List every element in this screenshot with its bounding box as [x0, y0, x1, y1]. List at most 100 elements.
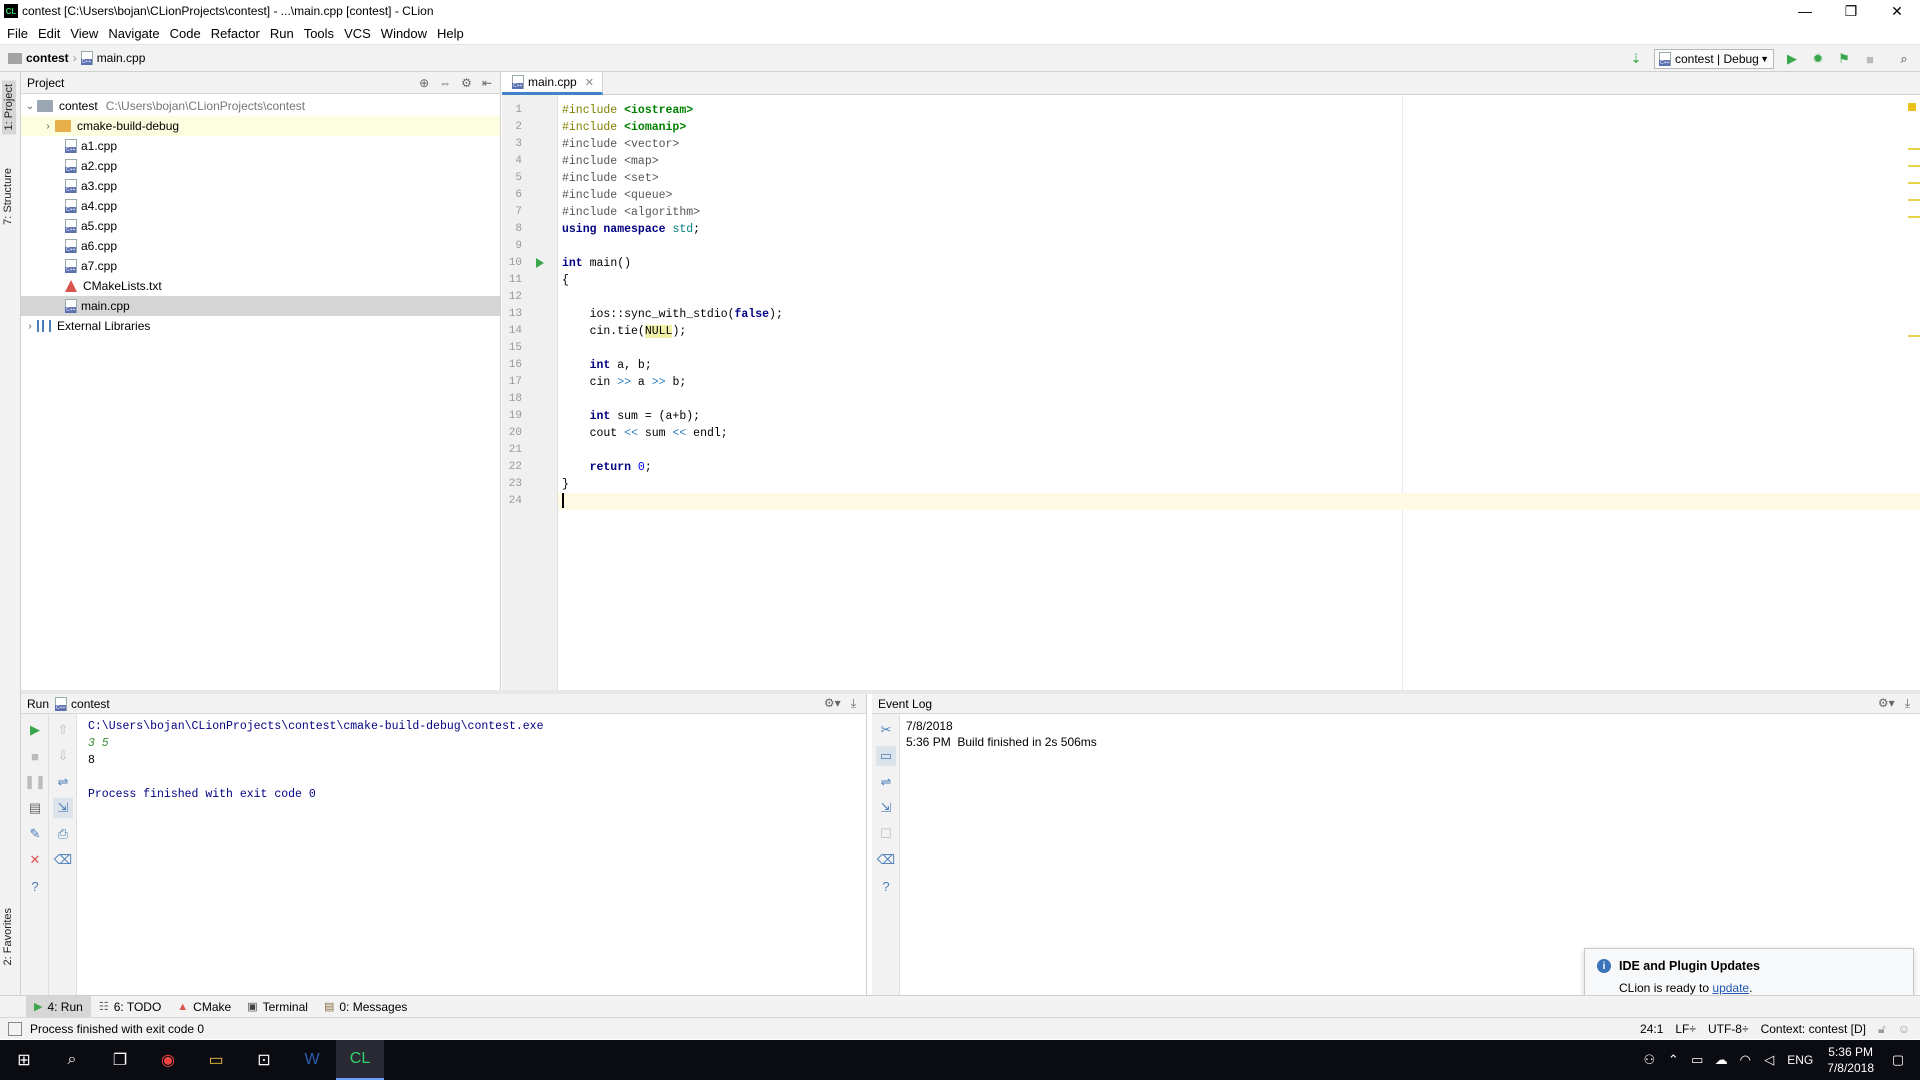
language-indicator[interactable]: ENG [1787, 1053, 1813, 1067]
menu-code[interactable]: Code [165, 26, 206, 41]
hide-panel-icon[interactable]: ⇤ [482, 76, 492, 90]
clock[interactable]: 5:36 PM 7/8/2018 [1827, 1044, 1874, 1076]
run-gutter-icon[interactable] [536, 258, 544, 268]
chevron-up-icon[interactable]: ⌃ [1661, 1052, 1685, 1068]
menu-tools[interactable]: Tools [299, 26, 339, 41]
tab-todo[interactable]: ☷ 6: TODO [91, 996, 169, 1018]
debug-icon[interactable]: ✹ [1810, 51, 1826, 67]
store-icon[interactable]: ⊡ [240, 1040, 288, 1080]
chrome-icon[interactable]: ◉ [144, 1040, 192, 1080]
code-editor[interactable]: #include <iostream> #include <iomanip> #… [558, 95, 1920, 690]
arrow-down-icon[interactable]: ⇩ [53, 746, 73, 766]
gear-icon[interactable]: ⚙▾ [1878, 696, 1895, 711]
run-console[interactable]: C:\Users\bojan\CLionProjects\contest\cma… [78, 714, 866, 995]
menu-run[interactable]: Run [265, 26, 299, 41]
chevron-right-icon[interactable]: › [41, 121, 55, 132]
tab-project[interactable]: 1: Project [2, 80, 16, 135]
layout-icon[interactable]: ▤ [25, 798, 45, 818]
tab-terminal[interactable]: ▣ Terminal [239, 996, 316, 1018]
list-item[interactable]: a5.cpp [21, 216, 500, 236]
menu-vcs[interactable]: VCS [339, 26, 376, 41]
list-item[interactable]: CMakeLists.txt [21, 276, 500, 296]
toggle-tool-windows-icon[interactable] [8, 1021, 22, 1036]
cloud-icon[interactable]: ☁ [1709, 1052, 1733, 1068]
hide-panel-icon[interactable]: ⤓ [1905, 696, 1910, 711]
tree-build-folder[interactable]: › cmake-build-debug [21, 116, 500, 136]
list-item[interactable]: a3.cpp [21, 176, 500, 196]
tab-favorites[interactable]: 2: Favorites [2, 908, 14, 965]
file-encoding[interactable]: UTF-8÷ [1708, 1022, 1749, 1036]
arrow-up-icon[interactable]: ⇧ [53, 720, 73, 740]
run-config-selector[interactable]: contest | Debug ▼ [1654, 49, 1774, 69]
pause-icon[interactable]: ❚❚ [24, 772, 46, 792]
gear-icon[interactable]: ⚙ [461, 76, 472, 90]
trash-icon[interactable]: ⌫ [53, 850, 73, 870]
menu-view[interactable]: View [65, 26, 103, 41]
close-icon[interactable]: ✕ [25, 850, 45, 870]
search-icon[interactable]: ⌕ [1896, 51, 1912, 67]
battery-icon[interactable]: ▭ [1685, 1052, 1709, 1068]
menu-navigate[interactable]: Navigate [103, 26, 164, 41]
update-link[interactable]: update [1712, 981, 1749, 995]
stop-icon[interactable]: ■ [1862, 51, 1878, 67]
mark-read-icon[interactable]: ☐ [876, 824, 896, 844]
soft-wrap-icon[interactable]: ⇌ [53, 772, 73, 792]
rerun-icon[interactable]: ▶ [25, 720, 45, 740]
word-icon[interactable]: W [288, 1040, 336, 1080]
menu-window[interactable]: Window [376, 26, 432, 41]
volume-icon[interactable]: ◁ [1757, 1052, 1781, 1068]
menu-refactor[interactable]: Refactor [206, 26, 265, 41]
menu-edit[interactable]: Edit [33, 26, 65, 41]
caret-position[interactable]: 24:1 [1640, 1022, 1663, 1036]
tree-root[interactable]: ⌄ contest C:\Users\bojan\CLionProjects\c… [21, 96, 500, 116]
close-icon[interactable]: ✕ [585, 76, 594, 89]
project-panel-title[interactable]: Project [27, 76, 64, 90]
run-panel-config[interactable]: contest [71, 697, 110, 711]
breadcrumb-file[interactable]: main.cpp [97, 51, 146, 65]
close-button[interactable]: ✕ [1874, 0, 1920, 22]
maximize-button[interactable]: ❐ [1828, 0, 1874, 22]
print-icon[interactable]: ⎙ [53, 824, 73, 844]
scroll-to-end-icon[interactable]: ⇲ [876, 798, 896, 818]
list-item[interactable]: a1.cpp [21, 136, 500, 156]
task-view-icon[interactable]: ❐ [96, 1040, 144, 1080]
coverage-icon[interactable]: ⚑ [1836, 51, 1852, 67]
tab-cmake[interactable]: ▲ CMake [169, 996, 239, 1018]
list-item[interactable]: a4.cpp [21, 196, 500, 216]
hide-panel-icon[interactable]: ⤓ [851, 696, 856, 711]
minimize-button[interactable]: — [1782, 0, 1828, 22]
inspector-icon[interactable]: ☺ [1898, 1022, 1910, 1036]
list-item[interactable]: a2.cpp [21, 156, 500, 176]
soft-wrap-icon[interactable]: ⇌ [876, 772, 896, 792]
build-icon[interactable]: ⇣ [1628, 51, 1644, 67]
chevron-down-icon[interactable]: ⌄ [23, 101, 37, 112]
tab-main-cpp[interactable]: main.cpp ✕ [502, 72, 603, 95]
locate-icon[interactable]: ⊕ [419, 76, 429, 90]
balloon-icon[interactable]: ▭ [876, 746, 896, 766]
collapse-all-icon[interactable]: ⇔ [439, 76, 451, 90]
run-icon[interactable]: ▶ [1784, 51, 1800, 67]
help-icon[interactable]: ? [25, 876, 45, 896]
resolve-context[interactable]: Context: contest [D] [1761, 1022, 1866, 1036]
menu-file[interactable]: File [2, 26, 33, 41]
notifications-icon[interactable]: ▢ [1886, 1052, 1910, 1068]
stop-icon[interactable]: ■ [25, 746, 45, 766]
tree-external-libraries[interactable]: › External Libraries [21, 316, 500, 336]
file-explorer-icon[interactable]: ▭ [192, 1040, 240, 1080]
search-icon[interactable]: ⌕ [48, 1040, 96, 1080]
tab-messages[interactable]: ▤ 0: Messages [316, 996, 415, 1018]
list-item-selected[interactable]: main.cpp [21, 296, 500, 316]
scroll-to-end-icon[interactable]: ⇲ [53, 798, 73, 818]
list-item[interactable]: a6.cpp [21, 236, 500, 256]
pin-icon[interactable]: ✎ [25, 824, 45, 844]
people-icon[interactable]: ⚇ [1637, 1052, 1661, 1068]
network-icon[interactable]: ◠ [1733, 1052, 1757, 1068]
clion-taskbar-icon[interactable]: CL [336, 1040, 384, 1080]
menu-help[interactable]: Help [432, 26, 469, 41]
tab-run[interactable]: ▶ 4: Run [26, 995, 91, 1018]
settings-icon[interactable]: ✂ [876, 720, 896, 740]
lock-icon[interactable]: 🔓︎ [1878, 1022, 1886, 1037]
tab-structure[interactable]: 7: Structure [2, 168, 14, 225]
trash-icon[interactable]: ⌫ [876, 850, 896, 870]
breadcrumb-project[interactable]: contest [26, 51, 69, 65]
